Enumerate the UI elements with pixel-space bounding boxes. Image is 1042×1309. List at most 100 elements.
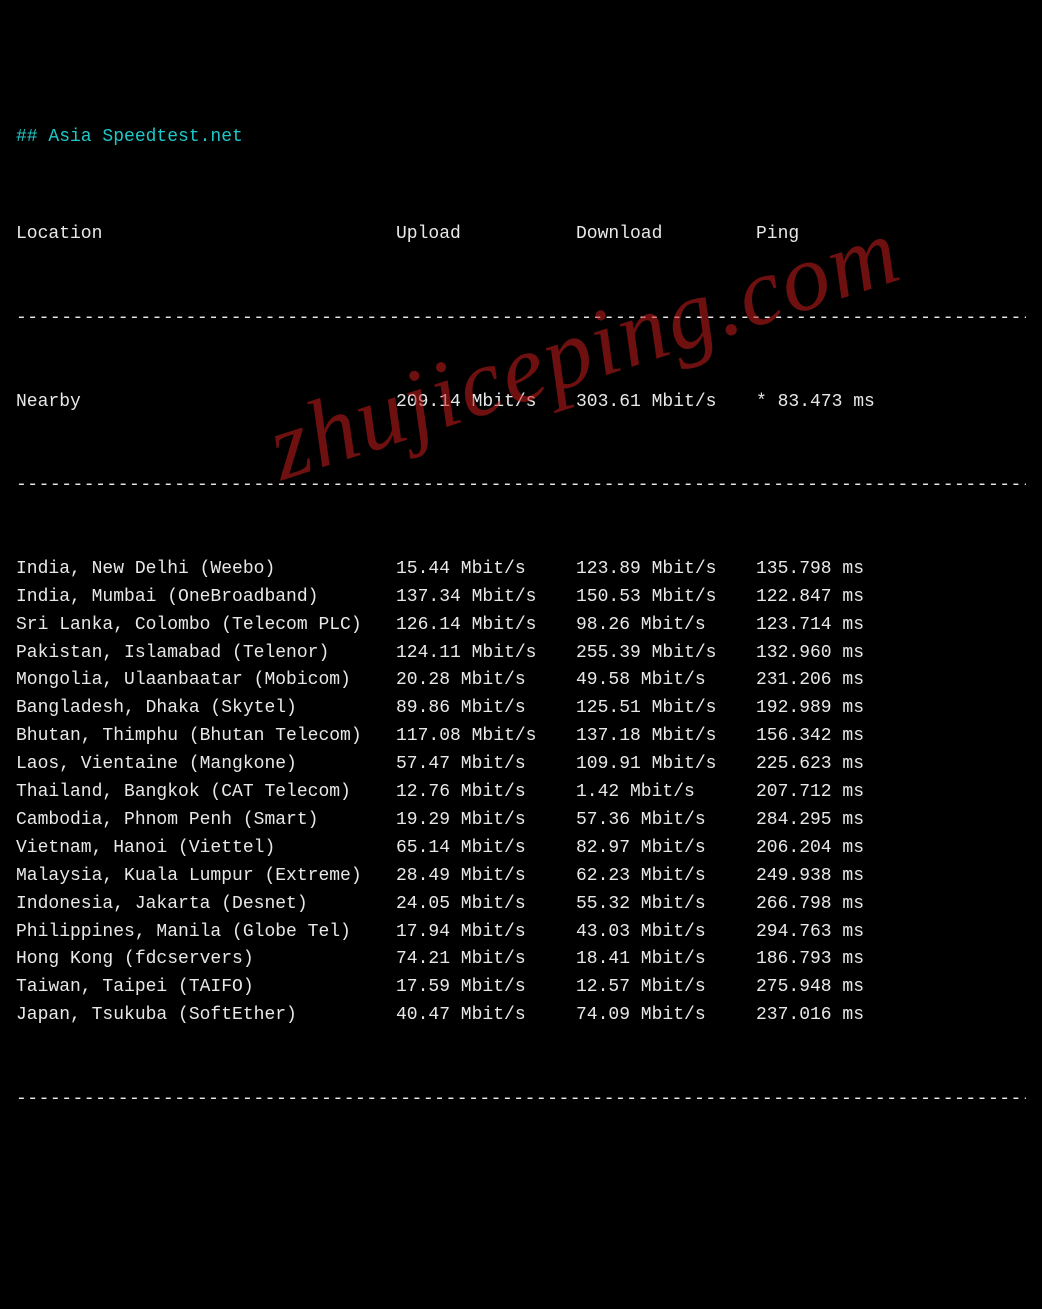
cell-upload: 137.34 Mbit/s xyxy=(396,584,576,612)
cell-download: 49.58 Mbit/s xyxy=(576,667,756,695)
cell-download: 62.23 Mbit/s xyxy=(576,863,756,891)
table-row: Laos, Vientaine (Mangkone)57.47 Mbit/s10… xyxy=(16,751,1026,779)
title-text: Asia Speedtest.net xyxy=(48,127,242,147)
table-row: Vietnam, Hanoi (Viettel)65.14 Mbit/s82.9… xyxy=(16,835,1026,863)
cell-download: 150.53 Mbit/s xyxy=(576,584,756,612)
cell-download: 123.89 Mbit/s xyxy=(576,556,756,584)
section-title: ## Asia Speedtest.net xyxy=(16,124,1026,152)
cell-ping: 275.948 ms xyxy=(756,974,956,1002)
table-row: Hong Kong (fdcservers)74.21 Mbit/s18.41 … xyxy=(16,946,1026,974)
cell-location: Bhutan, Thimphu (Bhutan Telecom) xyxy=(16,723,396,751)
table-row: Thailand, Bangkok (CAT Telecom)12.76 Mbi… xyxy=(16,779,1026,807)
header-ping: Ping xyxy=(756,221,956,249)
cell-upload: 19.29 Mbit/s xyxy=(396,807,576,835)
cell-download: 12.57 Mbit/s xyxy=(576,974,756,1002)
nearby-location: Nearby xyxy=(16,389,396,417)
cell-upload: 17.59 Mbit/s xyxy=(396,974,576,1002)
nearby-upload: 209.14 Mbit/s xyxy=(396,389,576,417)
header-download: Download xyxy=(576,221,756,249)
separator-line: ----------------------------------------… xyxy=(16,472,1026,500)
cell-download: 255.39 Mbit/s xyxy=(576,640,756,668)
table-row: India, New Delhi (Weebo)15.44 Mbit/s123.… xyxy=(16,556,1026,584)
cell-upload: 28.49 Mbit/s xyxy=(396,863,576,891)
cell-ping: 186.793 ms xyxy=(756,946,956,974)
cell-location: Vietnam, Hanoi (Viettel) xyxy=(16,835,396,863)
cell-location: Bangladesh, Dhaka (Skytel) xyxy=(16,695,396,723)
cell-ping: 237.016 ms xyxy=(756,1002,956,1030)
table-row: Japan, Tsukuba (SoftEther)40.47 Mbit/s74… xyxy=(16,1002,1026,1030)
cell-download: 125.51 Mbit/s xyxy=(576,695,756,723)
table-row: Mongolia, Ulaanbaatar (Mobicom)20.28 Mbi… xyxy=(16,667,1026,695)
cell-ping: 294.763 ms xyxy=(756,919,956,947)
cell-ping: 284.295 ms xyxy=(756,807,956,835)
table-row: Indonesia, Jakarta (Desnet)24.05 Mbit/s5… xyxy=(16,891,1026,919)
cell-ping: 135.798 ms xyxy=(756,556,956,584)
cell-download: 109.91 Mbit/s xyxy=(576,751,756,779)
cell-ping: 122.847 ms xyxy=(756,584,956,612)
table-row: Philippines, Manila (Globe Tel)17.94 Mbi… xyxy=(16,919,1026,947)
nearby-row: Nearby209.14 Mbit/s303.61 Mbit/s* 83.473… xyxy=(16,389,1026,417)
cell-upload: 15.44 Mbit/s xyxy=(396,556,576,584)
cell-location: Japan, Tsukuba (SoftEther) xyxy=(16,1002,396,1030)
cell-upload: 117.08 Mbit/s xyxy=(396,723,576,751)
cell-upload: 20.28 Mbit/s xyxy=(396,667,576,695)
cell-upload: 40.47 Mbit/s xyxy=(396,1002,576,1030)
header-location: Location xyxy=(16,221,396,249)
cell-upload: 89.86 Mbit/s xyxy=(396,695,576,723)
cell-location: Philippines, Manila (Globe Tel) xyxy=(16,919,396,947)
cell-upload: 65.14 Mbit/s xyxy=(396,835,576,863)
cell-upload: 124.11 Mbit/s xyxy=(396,640,576,668)
cell-ping: 225.623 ms xyxy=(756,751,956,779)
title-prefix: ## xyxy=(16,127,48,147)
cell-ping: 266.798 ms xyxy=(756,891,956,919)
cell-download: 82.97 Mbit/s xyxy=(576,835,756,863)
nearby-ping: * 83.473 ms xyxy=(756,389,956,417)
cell-download: 43.03 Mbit/s xyxy=(576,919,756,947)
cell-location: Sri Lanka, Colombo (Telecom PLC) xyxy=(16,612,396,640)
cell-location: Thailand, Bangkok (CAT Telecom) xyxy=(16,779,396,807)
cell-ping: 206.204 ms xyxy=(756,835,956,863)
table-row: Taiwan, Taipei (TAIFO)17.59 Mbit/s12.57 … xyxy=(16,974,1026,1002)
header-upload: Upload xyxy=(396,221,576,249)
cell-download: 18.41 Mbit/s xyxy=(576,946,756,974)
cell-ping: 123.714 ms xyxy=(756,612,956,640)
cell-ping: 231.206 ms xyxy=(756,667,956,695)
cell-location: Pakistan, Islamabad (Telenor) xyxy=(16,640,396,668)
cell-location: Cambodia, Phnom Penh (Smart) xyxy=(16,807,396,835)
cell-ping: 156.342 ms xyxy=(756,723,956,751)
cell-location: Mongolia, Ulaanbaatar (Mobicom) xyxy=(16,667,396,695)
cell-download: 74.09 Mbit/s xyxy=(576,1002,756,1030)
cell-download: 98.26 Mbit/s xyxy=(576,612,756,640)
table-row: Sri Lanka, Colombo (Telecom PLC)126.14 M… xyxy=(16,612,1026,640)
table-row: Bhutan, Thimphu (Bhutan Telecom)117.08 M… xyxy=(16,723,1026,751)
cell-upload: 12.76 Mbit/s xyxy=(396,779,576,807)
table-row: Malaysia, Kuala Lumpur (Extreme)28.49 Mb… xyxy=(16,863,1026,891)
table-header-row: LocationUploadDownloadPing xyxy=(16,221,1026,249)
table-row: India, Mumbai (OneBroadband)137.34 Mbit/… xyxy=(16,584,1026,612)
cell-download: 137.18 Mbit/s xyxy=(576,723,756,751)
cell-ping: 207.712 ms xyxy=(756,779,956,807)
cell-upload: 24.05 Mbit/s xyxy=(396,891,576,919)
cell-location: India, New Delhi (Weebo) xyxy=(16,556,396,584)
table-row: Pakistan, Islamabad (Telenor)124.11 Mbit… xyxy=(16,640,1026,668)
cell-location: Laos, Vientaine (Mangkone) xyxy=(16,751,396,779)
nearby-download: 303.61 Mbit/s xyxy=(576,389,756,417)
cell-upload: 126.14 Mbit/s xyxy=(396,612,576,640)
cell-upload: 17.94 Mbit/s xyxy=(396,919,576,947)
cell-location: India, Mumbai (OneBroadband) xyxy=(16,584,396,612)
table-row: Bangladesh, Dhaka (Skytel)89.86 Mbit/s12… xyxy=(16,695,1026,723)
cell-ping: 132.960 ms xyxy=(756,640,956,668)
separator-line: ----------------------------------------… xyxy=(16,1086,1026,1114)
cell-location: Malaysia, Kuala Lumpur (Extreme) xyxy=(16,863,396,891)
cell-location: Indonesia, Jakarta (Desnet) xyxy=(16,891,396,919)
cell-download: 55.32 Mbit/s xyxy=(576,891,756,919)
cell-upload: 57.47 Mbit/s xyxy=(396,751,576,779)
cell-location: Hong Kong (fdcservers) xyxy=(16,946,396,974)
cell-download: 1.42 Mbit/s xyxy=(576,779,756,807)
table-row: Cambodia, Phnom Penh (Smart)19.29 Mbit/s… xyxy=(16,807,1026,835)
cell-upload: 74.21 Mbit/s xyxy=(396,946,576,974)
cell-location: Taiwan, Taipei (TAIFO) xyxy=(16,974,396,1002)
cell-download: 57.36 Mbit/s xyxy=(576,807,756,835)
data-rows: India, New Delhi (Weebo)15.44 Mbit/s123.… xyxy=(16,556,1026,1030)
cell-ping: 192.989 ms xyxy=(756,695,956,723)
